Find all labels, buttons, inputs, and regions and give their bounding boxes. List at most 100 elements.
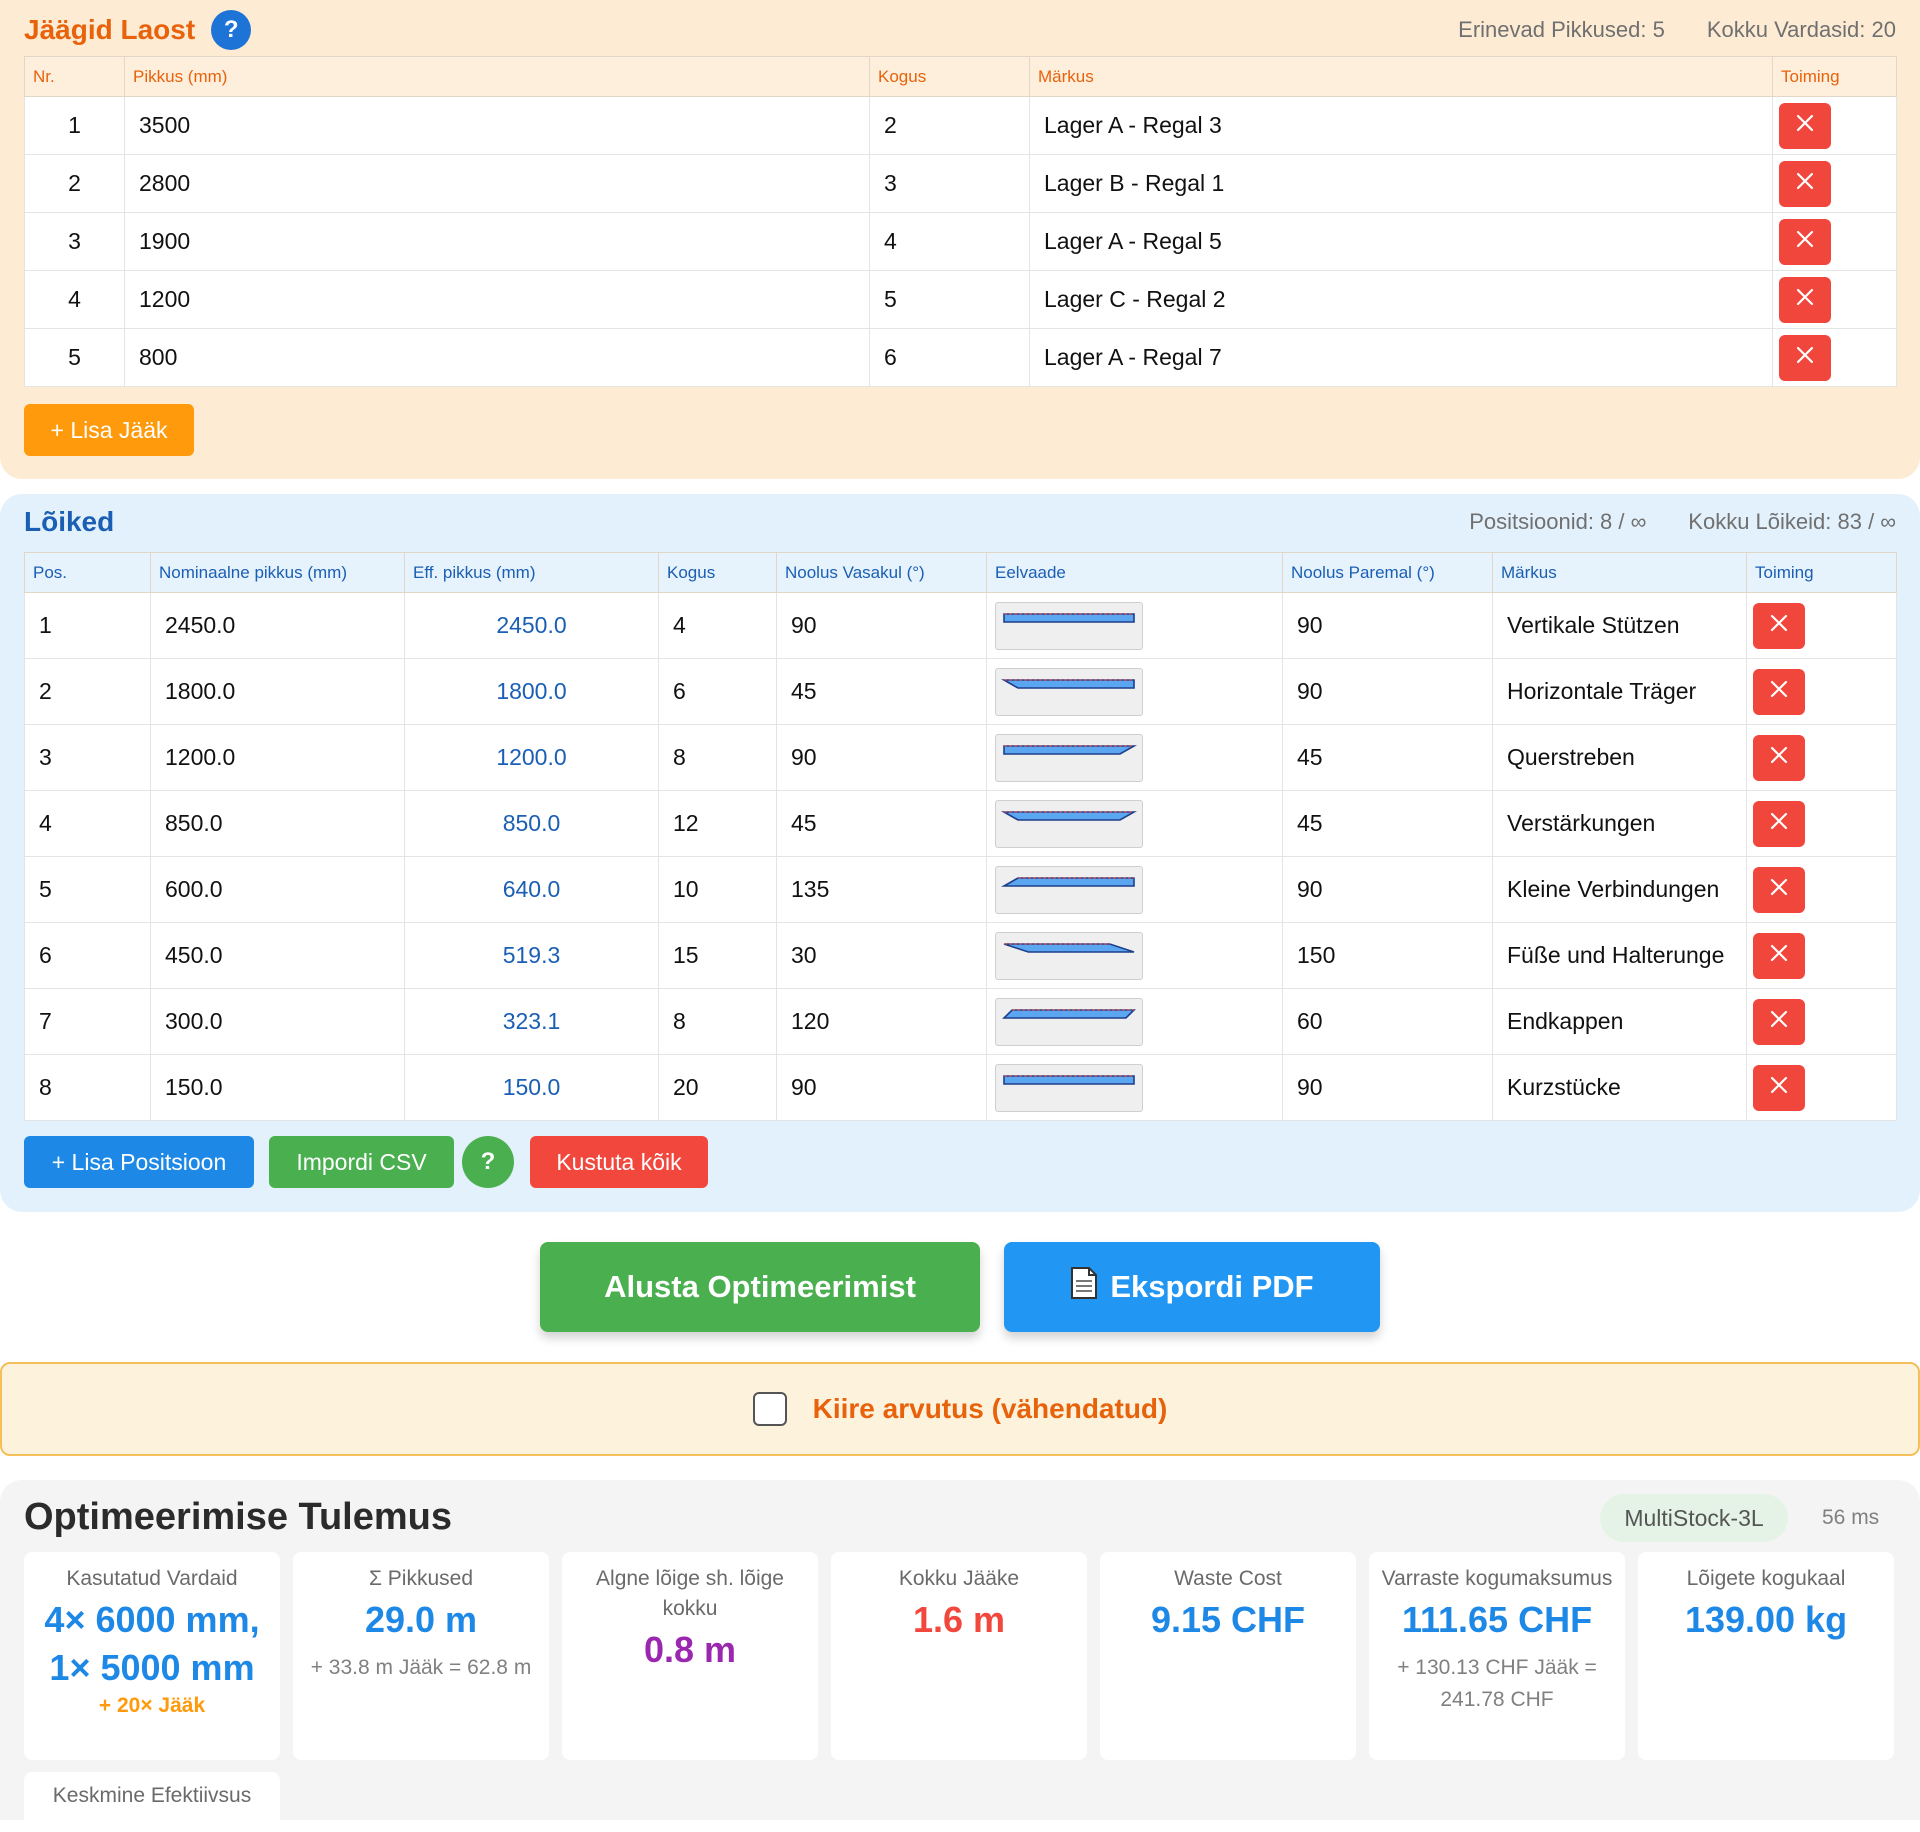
stock-length-cell[interactable]: 3500 <box>124 96 870 155</box>
cut-left-angle-cell[interactable]: 120 <box>776 988 987 1055</box>
cut-nominal-cell[interactable]: 1200.0 <box>150 724 405 791</box>
cut-note-cell[interactable]: Vertikale Stützen <box>1492 592 1747 659</box>
col-left-angle[interactable]: Noolus Vasakul (°) <box>776 552 987 593</box>
cut-note-cell[interactable]: Kurzstücke <box>1492 1054 1747 1121</box>
cut-nominal-cell[interactable]: 450.0 <box>150 922 405 989</box>
delete-row-button[interactable] <box>1779 218 1831 265</box>
cut-nominal-cell[interactable]: 300.0 <box>150 988 405 1055</box>
cut-qty-cell[interactable]: 6 <box>658 658 777 725</box>
cut-qty-cell[interactable]: 12 <box>658 790 777 857</box>
cut-qty-cell[interactable]: 10 <box>658 856 777 923</box>
cut-right-angle-cell[interactable]: 60 <box>1282 988 1493 1055</box>
col-nr[interactable]: Nr. <box>24 56 125 97</box>
delete-row-button[interactable] <box>1753 866 1805 913</box>
col-note[interactable]: Märkus <box>1029 56 1773 97</box>
cut-left-angle-cell[interactable]: 90 <box>776 724 987 791</box>
export-pdf-label: Ekspordi PDF <box>1110 1269 1314 1304</box>
delete-row-button[interactable] <box>1779 160 1831 207</box>
stock-qty-cell[interactable]: 3 <box>869 154 1030 213</box>
cut-nominal-cell[interactable]: 1800.0 <box>150 658 405 725</box>
cut-left-angle-cell[interactable]: 90 <box>776 1054 987 1121</box>
col-nominal[interactable]: Nominaalne pikkus (mm) <box>150 552 405 593</box>
cut-right-angle-cell[interactable]: 90 <box>1282 1054 1493 1121</box>
stock-length-cell[interactable]: 1200 <box>124 270 870 329</box>
col-eff[interactable]: Eff. pikkus (mm) <box>404 552 659 593</box>
delete-row-button[interactable] <box>1753 734 1805 781</box>
cut-right-angle-cell[interactable]: 150 <box>1282 922 1493 989</box>
col-qty[interactable]: Kogus <box>869 56 1030 97</box>
card-avg-efficiency: Keskmine Efektiivsus <box>24 1772 280 1832</box>
cut-note-cell[interactable]: Füße und Halterunge <box>1492 922 1747 989</box>
cut-left-angle-cell[interactable]: 45 <box>776 790 987 857</box>
stock-length-cell[interactable]: 2800 <box>124 154 870 213</box>
cut-right-angle-cell[interactable]: 90 <box>1282 856 1493 923</box>
delete-row-button[interactable] <box>1779 276 1831 323</box>
cut-left-angle-cell[interactable]: 90 <box>776 592 987 659</box>
stock-note-cell[interactable]: Lager B - Regal 1 <box>1029 154 1773 213</box>
stock-length-cell[interactable]: 1900 <box>124 212 870 271</box>
add-stock-button[interactable]: + Lisa Jääk <box>24 404 194 456</box>
stock-note-cell[interactable]: Lager A - Regal 5 <box>1029 212 1773 271</box>
cut-nominal-cell[interactable]: 2450.0 <box>150 592 405 659</box>
cut-qty-cell[interactable]: 15 <box>658 922 777 989</box>
delete-row-button[interactable] <box>1753 602 1805 649</box>
col-right-angle[interactable]: Noolus Paremal (°) <box>1282 552 1493 593</box>
add-position-button[interactable]: + Lisa Positsioon <box>24 1136 254 1188</box>
delete-row-button[interactable] <box>1753 1064 1805 1111</box>
col-pos[interactable]: Pos. <box>24 552 151 593</box>
cut-qty-cell[interactable]: 20 <box>658 1054 777 1121</box>
stock-note-cell[interactable]: Lager C - Regal 2 <box>1029 270 1773 329</box>
stock-action-cell <box>1772 212 1897 271</box>
stock-qty-cell[interactable]: 5 <box>869 270 1030 329</box>
delete-row-button[interactable] <box>1753 932 1805 979</box>
import-csv-button[interactable]: Impordi CSV <box>269 1136 454 1188</box>
import-help-icon[interactable]: ? <box>462 1136 514 1188</box>
delete-row-button[interactable] <box>1753 998 1805 1045</box>
delete-row-button[interactable] <box>1753 668 1805 715</box>
cut-qty-cell[interactable]: 8 <box>658 724 777 791</box>
cut-note-cell[interactable]: Kleine Verbindungen <box>1492 856 1747 923</box>
delete-row-button[interactable] <box>1753 800 1805 847</box>
stock-note-cell[interactable]: Lager A - Regal 3 <box>1029 96 1773 155</box>
cut-nominal-cell[interactable]: 150.0 <box>150 1054 405 1121</box>
stock-note-cell[interactable]: Lager A - Regal 7 <box>1029 328 1773 387</box>
close-icon <box>1795 170 1815 197</box>
delete-all-button[interactable]: Kustuta kõik <box>530 1136 708 1188</box>
cut-nominal-cell[interactable]: 850.0 <box>150 790 405 857</box>
stock-qty-cell[interactable]: 4 <box>869 212 1030 271</box>
stock-help-icon[interactable]: ? <box>211 10 252 50</box>
quick-calc-label[interactable]: Kiire arvutus (vähendatud) <box>813 1393 1168 1425</box>
cut-left-angle-cell[interactable]: 135 <box>776 856 987 923</box>
cut-action-cell <box>1746 856 1897 923</box>
card-extra: + 20× Jääk <box>98 1694 206 1717</box>
col-note[interactable]: Märkus <box>1492 552 1747 593</box>
cut-qty-cell[interactable]: 4 <box>658 592 777 659</box>
cut-left-angle-cell[interactable]: 45 <box>776 658 987 725</box>
optimize-button[interactable]: Alusta Optimeerimist <box>540 1242 980 1332</box>
cut-note-cell[interactable]: Endkappen <box>1492 988 1747 1055</box>
cut-row: 4 850.0 850.0 12 45 45 Verstärkungen <box>24 790 1897 857</box>
cut-right-angle-cell[interactable]: 45 <box>1282 790 1493 857</box>
delete-row-button[interactable] <box>1779 334 1831 381</box>
cut-right-angle-cell[interactable]: 90 <box>1282 592 1493 659</box>
cut-right-angle-cell[interactable]: 45 <box>1282 724 1493 791</box>
col-length[interactable]: Pikkus (mm) <box>124 56 870 97</box>
col-qty[interactable]: Kogus <box>658 552 777 593</box>
stock-qty-cell[interactable]: 2 <box>869 96 1030 155</box>
quick-calc-checkbox[interactable] <box>752 1392 787 1426</box>
stock-qty-cell[interactable]: 6 <box>869 328 1030 387</box>
cut-left-angle-cell[interactable]: 30 <box>776 922 987 989</box>
cut-qty-cell[interactable]: 8 <box>658 988 777 1055</box>
cut-preview-cell <box>986 658 1283 725</box>
cut-nominal-cell[interactable]: 600.0 <box>150 856 405 923</box>
close-icon <box>1769 1074 1789 1101</box>
cut-note-cell[interactable]: Verstärkungen <box>1492 790 1747 857</box>
stock-length-cell[interactable]: 800 <box>124 328 870 387</box>
delete-row-button[interactable] <box>1779 102 1831 149</box>
export-pdf-button[interactable]: Ekspordi PDF <box>1004 1242 1380 1332</box>
card-label: Kasutatud Vardaid <box>66 1567 238 1590</box>
cut-right-angle-cell[interactable]: 90 <box>1282 658 1493 725</box>
cut-note-cell[interactable]: Horizontale Träger <box>1492 658 1747 725</box>
cut-note-cell[interactable]: Querstreben <box>1492 724 1747 791</box>
cut-eff-length: 150.0 <box>404 1054 659 1121</box>
